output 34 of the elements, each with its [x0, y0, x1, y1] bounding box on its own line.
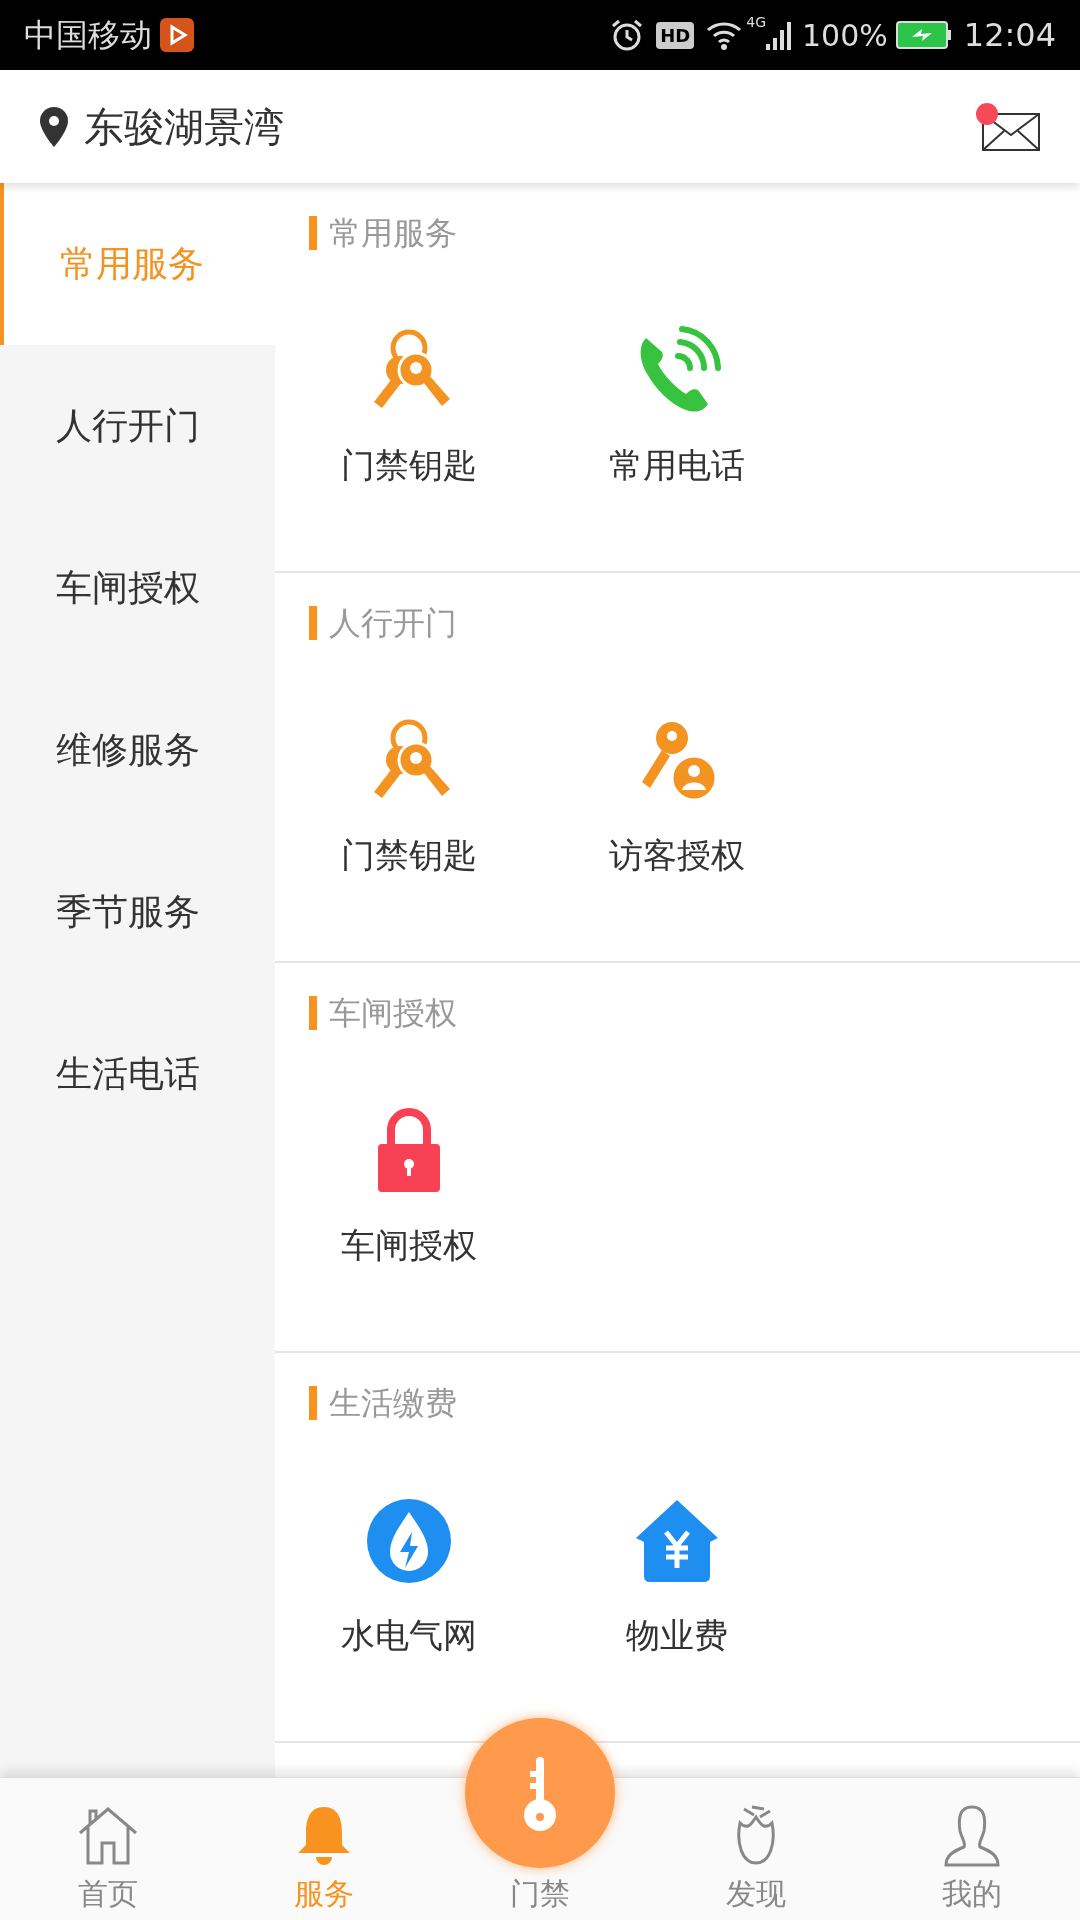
service-tile[interactable]: 访客授权 — [543, 673, 811, 923]
service-tile[interactable]: 物业费 — [543, 1453, 811, 1703]
service-tile[interactable]: 门禁钥匙 — [275, 283, 543, 533]
service-tile[interactable]: 水电气网 — [275, 1453, 543, 1703]
community-name[interactable]: 东骏湖景湾 — [84, 96, 284, 157]
wifi-icon — [706, 20, 743, 50]
envelope-icon — [982, 112, 1040, 151]
section-title: 车闸授权 — [329, 993, 457, 1034]
battery-percent: 100% — [802, 16, 888, 55]
alarm-icon — [610, 18, 645, 52]
service-tile[interactable]: 门禁钥匙 — [275, 673, 543, 923]
service-tile[interactable]: 常用电话 — [543, 283, 811, 533]
sidebar-item[interactable]: 人行开门 — [0, 345, 275, 507]
video-app-icon — [160, 18, 194, 52]
location-pin-icon — [40, 106, 68, 147]
section-marker — [309, 216, 317, 250]
section-title: 常用服务 — [329, 213, 457, 254]
service-tile[interactable]: 车闸授权 — [275, 1063, 543, 1313]
messages-button[interactable] — [976, 102, 1040, 151]
network-type: 4G — [746, 13, 766, 32]
sidebar-item[interactable]: 季节服务 — [0, 831, 275, 993]
section-marker — [309, 996, 317, 1030]
section-marker — [309, 606, 317, 640]
sidebar-item[interactable]: 生活电话 — [0, 993, 275, 1155]
sidebar-item[interactable]: 维修服务 — [0, 669, 275, 831]
battery-charging-icon — [895, 21, 952, 49]
section-title: 人行开门 — [329, 603, 457, 644]
clock-time: 12:04 — [963, 15, 1056, 56]
section-title: 生活缴费 — [329, 1383, 457, 1424]
signal-icon — [766, 20, 794, 50]
section-marker — [309, 1386, 317, 1420]
carrier-name: 中国移动 — [24, 15, 152, 56]
sidebar-item[interactable]: 车闸授权 — [0, 507, 275, 669]
hd-badge: HD — [656, 21, 695, 49]
